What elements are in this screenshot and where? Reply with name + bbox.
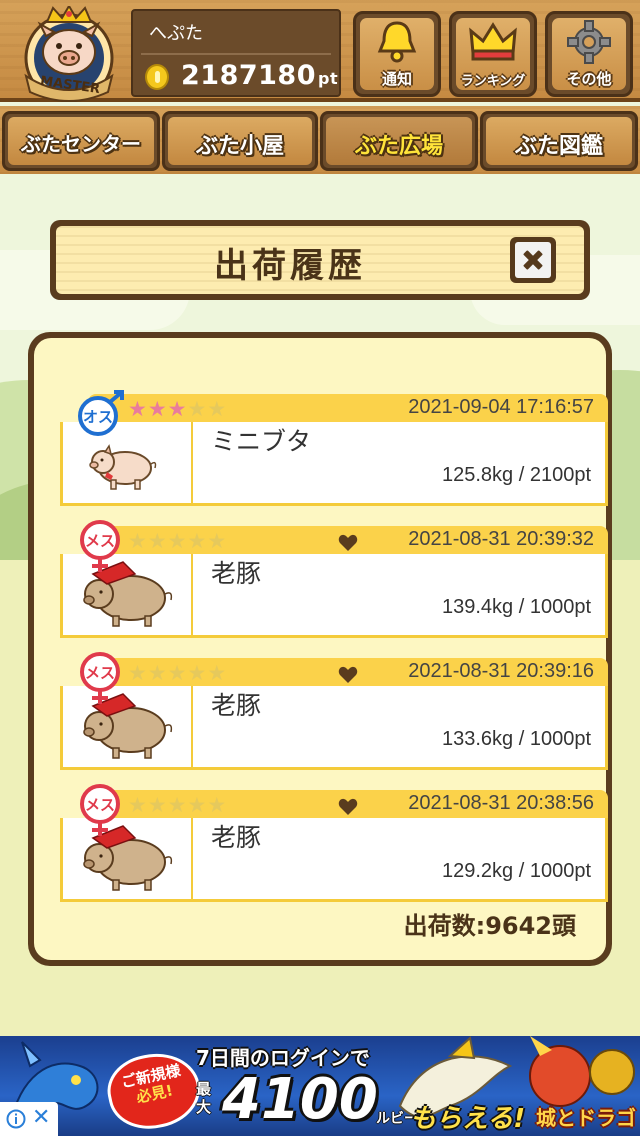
header-bar: MASTER へぷた 2187180 pt 通知 ランキング その他: [0, 0, 640, 108]
star-filled-icon: ★: [128, 397, 147, 421]
female-icon: メス: [80, 520, 120, 572]
star-empty-icon: ★: [207, 661, 227, 685]
star-empty-icon: ★: [187, 397, 207, 421]
heart-icon: [338, 798, 358, 815]
weight-points: 139.4kg / 1000pt: [441, 596, 591, 618]
ranking-button[interactable]: ランキング: [449, 11, 537, 97]
gender-text: オス: [83, 408, 113, 426]
points-value: 2187180: [181, 60, 317, 91]
pig-name: 老豚: [211, 559, 262, 588]
ship-date: 2021-08-31 20:39:32: [408, 528, 594, 550]
star-empty-icon: ★: [147, 529, 167, 553]
master-badge[interactable]: MASTER: [12, 4, 126, 103]
ad-max-label: 最大: [196, 1080, 212, 1116]
ad-get-text: もらえる!: [410, 1104, 526, 1134]
rarity-stars: ★ ★ ★ ★ ★: [128, 398, 226, 420]
gender-text: メス: [85, 796, 115, 814]
coin-icon: [145, 64, 169, 90]
tab-label: ぶた図鑑: [514, 134, 603, 159]
ad-logo: 城とドラゴン: [536, 1106, 636, 1136]
rarity-stars: ★ ★ ★ ★ ★: [128, 794, 226, 816]
star-empty-icon: ★: [187, 529, 207, 553]
points-unit: pt: [318, 69, 339, 88]
heart-icon: [338, 534, 358, 551]
weight-points: 133.6kg / 1000pt: [441, 728, 591, 750]
history-entry[interactable]: ★ ★ ★ ★ ★ 2021-08-31 20:39:32 老豚 139.4kg / 1…: [60, 520, 608, 638]
star-empty-icon: ★: [187, 793, 207, 817]
ship-date: 2021-09-04 17:16:57: [408, 396, 594, 418]
tab-label: ぶたセンター: [21, 132, 141, 156]
star-empty-icon: ★: [147, 793, 167, 817]
other-label: その他: [566, 70, 612, 88]
ad-amount: 4100: [222, 1067, 378, 1132]
star-filled-icon: ★: [167, 397, 187, 421]
close-icon[interactable]: ✕: [32, 1107, 50, 1129]
entry-card: ミニブタ 125.8kg / 2100pt: [60, 422, 608, 506]
ad-close-button[interactable]: ✕: [0, 1102, 58, 1136]
ranking-label: ランキング: [460, 74, 526, 89]
tab-label: ぶた広場: [354, 134, 443, 159]
dialog-title: 出荷履歴: [214, 246, 366, 286]
female-icon: メス: [80, 652, 120, 704]
weight-points: 129.2kg / 1000pt: [441, 860, 591, 882]
ship-count: 出荷数:9642頭: [403, 912, 576, 940]
pig-name: 老豚: [211, 691, 262, 720]
female-icon: メス: [80, 784, 120, 836]
gender-text: メス: [85, 664, 115, 682]
notification-button[interactable]: 通知: [353, 11, 441, 97]
ad-banner[interactable]: ご新規様 必見! 7日間のログインで 最大 4100 ルビー もらえる! 城とド…: [0, 1036, 640, 1136]
close-button[interactable]: [510, 237, 556, 283]
bell-icon: [377, 21, 417, 63]
pig-name: ミニブタ: [211, 427, 312, 456]
star-empty-icon: ★: [207, 793, 227, 817]
dialog-title-banner: 出荷履歴: [50, 220, 590, 300]
star-empty-icon: ★: [187, 661, 207, 685]
star-filled-icon: ★: [147, 397, 167, 421]
crown-icon: [469, 22, 517, 61]
star-empty-icon: ★: [147, 661, 167, 685]
star-empty-icon: ★: [128, 793, 147, 817]
tab-pig-encyclopedia[interactable]: ぶた図鑑: [480, 111, 638, 171]
ship-date: 2021-08-31 20:38:56: [408, 792, 594, 814]
heart-icon: [338, 666, 358, 683]
gender-text: メス: [85, 532, 115, 550]
tab-pig-plaza[interactable]: ぶた広場: [320, 111, 478, 171]
shipping-history-panel: ★ ★ ★ ★ ★ 2021-09-04 17:16:57 ミニブタ 125.8kg /…: [28, 332, 612, 966]
star-empty-icon: ★: [128, 661, 147, 685]
pig-name: 老豚: [211, 823, 262, 852]
star-empty-icon: ★: [167, 661, 187, 685]
tab-label: ぶた小屋: [195, 134, 284, 159]
ad-info-icon[interactable]: [6, 1109, 26, 1129]
entry-card: 老豚 133.6kg / 1000pt: [60, 686, 608, 770]
entry-card: 老豚 139.4kg / 1000pt: [60, 554, 608, 638]
rarity-stars: ★ ★ ★ ★ ★: [128, 662, 226, 684]
star-empty-icon: ★: [207, 529, 227, 553]
divider: [141, 53, 331, 55]
star-empty-icon: ★: [167, 793, 187, 817]
user-name: へぷた: [149, 23, 203, 44]
history-entry[interactable]: ★ ★ ★ ★ ★ 2021-08-31 20:38:56 老豚 129.2kg / 1…: [60, 784, 608, 902]
history-entry[interactable]: ★ ★ ★ ★ ★ 2021-08-31 20:39:16 老豚 133.6kg / 1…: [60, 652, 608, 770]
close-icon: [515, 242, 551, 278]
weight-points: 125.8kg / 2100pt: [441, 464, 591, 486]
rarity-stars: ★ ★ ★ ★ ★: [128, 530, 226, 552]
star-empty-icon: ★: [167, 529, 187, 553]
other-button[interactable]: その他: [545, 11, 633, 97]
tab-pig-hut[interactable]: ぶた小屋: [162, 111, 318, 171]
user-info-panel: へぷた 2187180 pt: [131, 9, 341, 97]
gear-icon: [567, 20, 611, 64]
tab-pig-center[interactable]: ぶたセンター: [2, 111, 160, 171]
star-empty-icon: ★: [207, 397, 227, 421]
new-user-burst: ご新規様 必見!: [101, 1045, 207, 1136]
ship-date: 2021-08-31 20:39:16: [408, 660, 594, 682]
male-icon: オス: [78, 390, 124, 436]
notification-label: 通知: [381, 70, 412, 88]
entry-card: 老豚 129.2kg / 1000pt: [60, 818, 608, 902]
points-display: 2187180 pt: [181, 60, 338, 91]
history-entry[interactable]: ★ ★ ★ ★ ★ 2021-09-04 17:16:57 ミニブタ 125.8kg /…: [60, 390, 608, 506]
star-empty-icon: ★: [128, 529, 147, 553]
nav-tabs: ぶたセンター ぶた小屋 ぶた広場 ぶた図鑑: [0, 106, 640, 174]
